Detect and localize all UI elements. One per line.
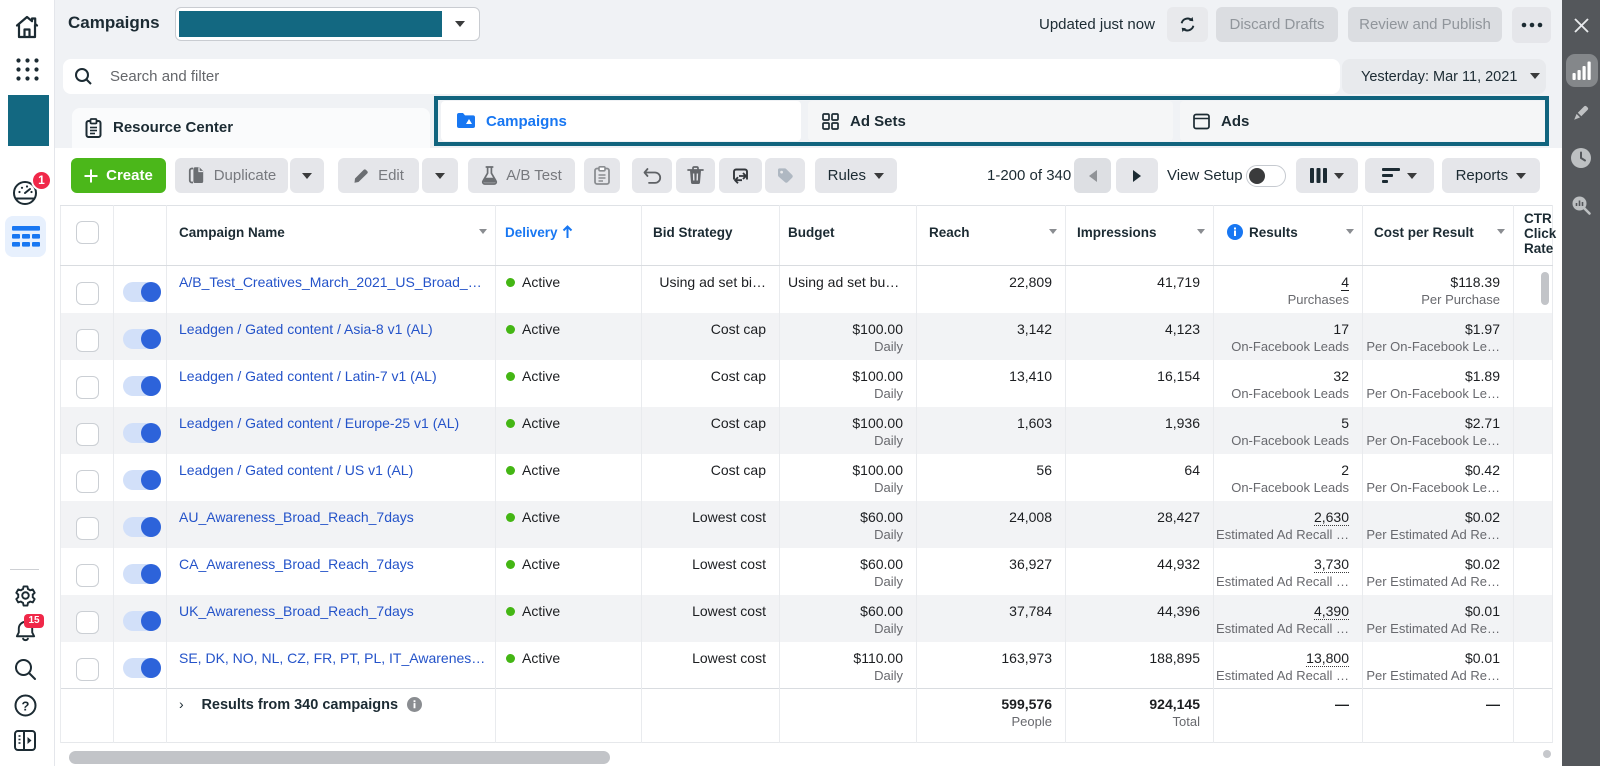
svg-text:?: ? xyxy=(22,699,30,714)
